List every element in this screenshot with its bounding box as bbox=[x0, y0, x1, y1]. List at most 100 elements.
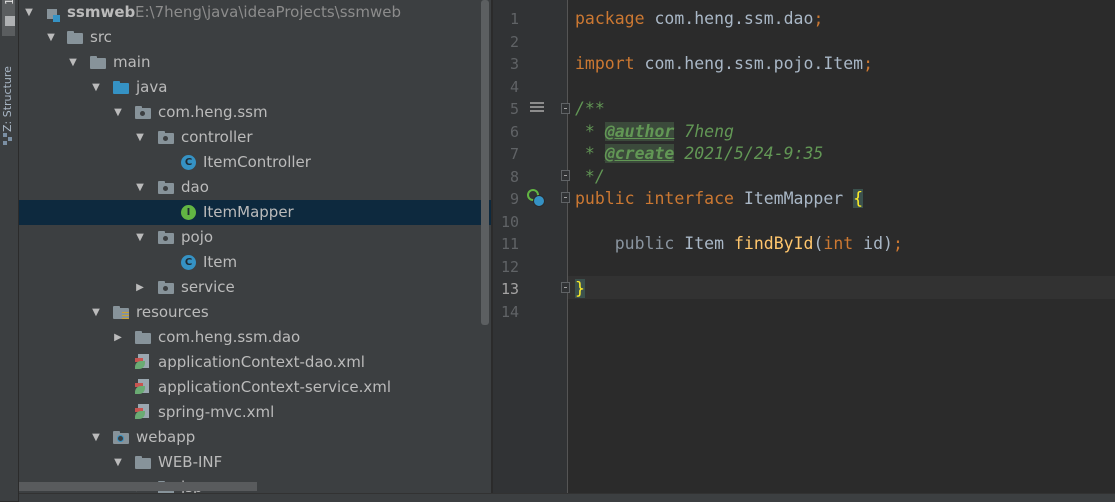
collapse-arrow-icon[interactable]: ▼ bbox=[133, 175, 147, 200]
tree-item-main[interactable]: ▼ main bbox=[19, 50, 491, 75]
line-number: 4 bbox=[509, 77, 519, 96]
collapse-arrow-icon[interactable]: ▼ bbox=[22, 0, 36, 25]
tree-item-java[interactable]: ▼ java bbox=[19, 75, 491, 100]
code-line-8[interactable]: */ bbox=[575, 166, 605, 189]
brace-token: { bbox=[853, 189, 864, 208]
expand-arrow-icon[interactable]: ▶ bbox=[133, 275, 147, 300]
project-tool-tab[interactable]: 1 bbox=[2, 0, 16, 36]
brace-token: } bbox=[575, 279, 585, 298]
type-token: Item bbox=[674, 234, 734, 253]
comment-token: * bbox=[575, 144, 605, 163]
fold-start-icon[interactable] bbox=[561, 192, 570, 203]
line-number: 2 bbox=[509, 32, 519, 51]
comment-token: 2021/5/24-9:35 bbox=[674, 144, 824, 163]
current-line-highlight bbox=[568, 276, 1115, 299]
tree-item-src[interactable]: ▼ src bbox=[19, 25, 491, 50]
semicolon-token: ; bbox=[813, 9, 824, 28]
project-tree[interactable]: ▼ ssmweb E:\7heng\java\ideaProjects\ssmw… bbox=[19, 0, 491, 493]
tree-item-webapp[interactable]: ▼ webapp bbox=[19, 425, 491, 450]
tree-item-package-root[interactable]: ▼ com.heng.ssm bbox=[19, 100, 491, 125]
tree-item-label: WEB-INF bbox=[158, 453, 223, 471]
tree-item-controller[interactable]: ▼ controller bbox=[19, 125, 491, 150]
tree-item-item[interactable]: C Item bbox=[19, 250, 491, 275]
collapse-arrow-icon[interactable]: ▼ bbox=[133, 125, 147, 150]
param-token: id bbox=[853, 234, 884, 253]
spring-xml-icon bbox=[135, 403, 151, 422]
code-line-11[interactable]: public Item findById(int id); bbox=[575, 233, 903, 256]
tree-item-label: service bbox=[181, 278, 235, 296]
code-line-9[interactable]: public interface ItemMapper { bbox=[575, 188, 864, 211]
indent-token bbox=[575, 234, 615, 253]
folder-icon bbox=[90, 55, 106, 70]
collapse-arrow-icon[interactable]: ▼ bbox=[66, 50, 80, 75]
line-number-current: 13 bbox=[500, 280, 519, 298]
fold-end-icon[interactable] bbox=[561, 170, 570, 181]
tree-root-label: ssmweb bbox=[67, 3, 136, 21]
collapse-arrow-icon[interactable]: ▼ bbox=[89, 300, 103, 325]
tree-item-label: com.heng.ssm.dao bbox=[158, 328, 301, 346]
collapse-arrow-icon[interactable]: ▼ bbox=[111, 450, 125, 475]
tree-item-service[interactable]: ▶ service bbox=[19, 275, 491, 300]
code-line-7[interactable]: * @create 2021/5/24-9:35 bbox=[575, 143, 823, 166]
code-line-1[interactable]: package com.heng.ssm.dao; bbox=[575, 8, 823, 31]
semicolon-token: ; bbox=[863, 54, 874, 73]
collapse-arrow-icon[interactable]: ▼ bbox=[89, 75, 103, 100]
collapse-arrow-icon[interactable]: ▼ bbox=[133, 225, 147, 250]
keyword-token: import bbox=[575, 54, 635, 73]
collapse-arrow-icon[interactable]: ▼ bbox=[89, 425, 103, 450]
keyword-token: public bbox=[575, 189, 635, 208]
line-number: 5 bbox=[509, 100, 519, 118]
tree-item-label: src bbox=[90, 28, 112, 46]
tree-item-resources[interactable]: ▼ resources bbox=[19, 300, 491, 325]
tree-root-row[interactable]: ▼ ssmweb E:\7heng\java\ideaProjects\ssmw… bbox=[19, 0, 491, 25]
tree-item-resources-dao[interactable]: ▶ com.heng.ssm.dao bbox=[19, 325, 491, 350]
line-number: 9 bbox=[509, 190, 519, 208]
tree-item-itemcontroller[interactable]: C ItemController bbox=[19, 150, 491, 175]
tree-item-label: java bbox=[136, 78, 168, 96]
fold-start-icon[interactable] bbox=[561, 103, 570, 114]
code-line-3[interactable]: import com.heng.ssm.pojo.Item; bbox=[575, 53, 873, 76]
tree-item-appctx-service[interactable]: applicationContext-service.xml bbox=[19, 375, 491, 400]
tree-item-itemmapper[interactable]: I ItemMapper bbox=[19, 200, 491, 225]
structure-marker-icon[interactable] bbox=[530, 102, 544, 114]
line-number: 7 bbox=[509, 145, 519, 163]
tree-item-appctx-dao[interactable]: applicationContext-dao.xml bbox=[19, 350, 491, 375]
collapse-arrow-icon[interactable]: ▼ bbox=[111, 100, 125, 125]
package-icon bbox=[135, 105, 151, 120]
paren-token: ( bbox=[813, 234, 824, 253]
collapse-arrow-icon[interactable]: ▼ bbox=[44, 25, 58, 50]
gutter-separator bbox=[567, 0, 568, 493]
tree-item-label: applicationContext-dao.xml bbox=[158, 353, 365, 371]
tree-horizontal-scrollbar[interactable] bbox=[19, 482, 257, 491]
folder-icon bbox=[135, 455, 151, 470]
tree-item-dao[interactable]: ▼ dao bbox=[19, 175, 491, 200]
tree-item-label: controller bbox=[181, 128, 253, 146]
code-line-5[interactable]: /** bbox=[575, 98, 605, 121]
package-icon bbox=[158, 180, 174, 195]
class-icon: C bbox=[181, 155, 196, 170]
code-line-6[interactable]: * @author 7heng bbox=[575, 121, 734, 144]
package-icon bbox=[158, 280, 174, 295]
folder-icon bbox=[67, 30, 83, 45]
tree-item-spring-mvc[interactable]: spring-mvc.xml bbox=[19, 400, 491, 425]
line-number: 12 bbox=[500, 257, 519, 276]
code-editor[interactable]: 1 2 3 4 5 6 7 8 9 10 11 12 13 14 package… bbox=[493, 0, 1115, 493]
line-number: 1 bbox=[509, 10, 519, 28]
tree-root-path: E:\7heng\java\ideaProjects\ssmweb bbox=[135, 3, 401, 21]
fold-end-icon[interactable] bbox=[561, 282, 570, 293]
package-icon bbox=[158, 130, 174, 145]
tree-vertical-scrollbar[interactable] bbox=[481, 0, 489, 325]
project-icon bbox=[5, 16, 15, 26]
expand-arrow-icon[interactable]: ▶ bbox=[111, 325, 125, 350]
tree-item-label: com.heng.ssm bbox=[158, 103, 268, 121]
tree-item-pojo[interactable]: ▼ pojo bbox=[19, 225, 491, 250]
code-line-13[interactable]: } bbox=[575, 278, 585, 301]
line-number: 8 bbox=[509, 167, 519, 186]
keyword-token: int bbox=[823, 234, 854, 253]
implementations-gutter-icon[interactable] bbox=[527, 189, 545, 207]
structure-tool-tab[interactable]: Z: Structure bbox=[1, 52, 14, 132]
web-folder-icon bbox=[113, 430, 129, 445]
line-number: 3 bbox=[509, 55, 519, 73]
tree-item-web-inf[interactable]: ▼ WEB-INF bbox=[19, 450, 491, 475]
keyword-token: package bbox=[575, 9, 645, 28]
